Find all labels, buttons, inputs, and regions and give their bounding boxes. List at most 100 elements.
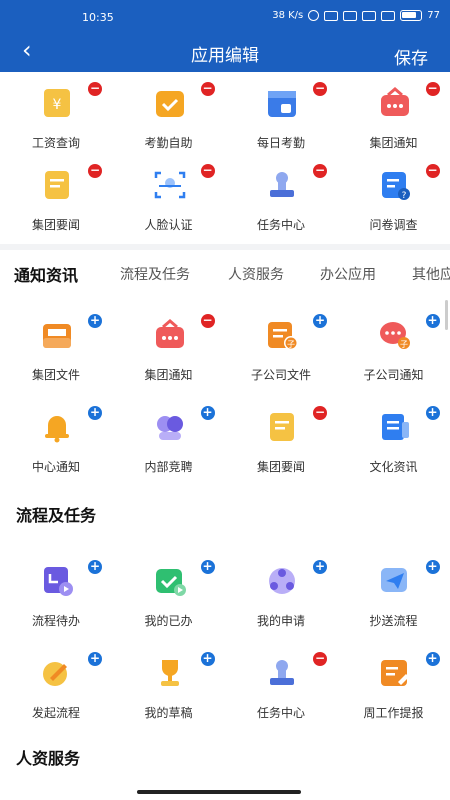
app-item[interactable]: + 文化资讯 (338, 406, 450, 496)
face-icon (153, 168, 187, 202)
app-item-label: 集团通知 (369, 136, 418, 150)
add-badge-icon[interactable]: + (425, 314, 440, 328)
done-icon (153, 564, 187, 598)
app-item[interactable]: 子 + 子公司通知 (338, 314, 450, 404)
scrollbar[interactable] (445, 300, 448, 330)
app-item[interactable]: ¥ − 工资查询 (0, 82, 112, 172)
app-item[interactable]: + 中心通知 (0, 406, 112, 496)
remove-badge-icon[interactable]: − (313, 406, 327, 420)
remove-badge-icon[interactable]: − (313, 82, 327, 96)
app-item-label: 人脸认证 (144, 218, 193, 232)
net-speed: 38 K/s (272, 10, 304, 21)
news-icon (265, 410, 299, 444)
app-item[interactable]: − 任务中心 (225, 164, 337, 254)
remove-badge-icon[interactable]: − (425, 82, 440, 96)
app-item-label: 我的草稿 (144, 706, 193, 720)
remove-badge-icon[interactable]: − (425, 164, 440, 178)
section-divider (0, 244, 450, 250)
add-badge-icon[interactable]: + (88, 406, 102, 420)
save-button[interactable]: 保存 (394, 44, 428, 69)
add-badge-icon[interactable]: + (200, 406, 215, 420)
home-indicator[interactable] (137, 790, 301, 794)
app-item[interactable]: − 集团通知 (113, 314, 225, 404)
folder-icon (40, 318, 74, 352)
app-item[interactable]: + 流程待办 (0, 560, 112, 650)
calendar-icon (265, 86, 299, 120)
tab-other[interactable]: 其他应 (412, 264, 450, 284)
app-item[interactable]: − 人脸认证 (113, 164, 225, 254)
signal-icon (343, 10, 358, 21)
remove-badge-icon[interactable]: − (200, 314, 215, 328)
add-badge-icon[interactable]: + (425, 406, 440, 420)
remove-badge-icon[interactable]: − (88, 164, 102, 178)
stamp-icon (265, 168, 299, 202)
add-badge-icon[interactable]: + (88, 560, 102, 574)
alarm-icon (308, 10, 320, 21)
battery-level: 77 (427, 10, 440, 21)
remove-badge-icon[interactable]: − (200, 164, 215, 178)
status-bar: 10:35 38 K/s 77 (0, 0, 450, 32)
add-badge-icon[interactable]: + (200, 652, 215, 666)
app-item[interactable]: + 内部竞聘 (113, 406, 225, 496)
app-item-label: 流程待办 (31, 614, 80, 628)
tab-notice[interactable]: 通知资讯 (14, 262, 78, 286)
app-item-label: 集团要闻 (256, 460, 305, 474)
app-item[interactable]: + 集团文件 (0, 314, 112, 404)
news-icon (40, 168, 74, 202)
remove-badge-icon[interactable]: − (88, 82, 102, 96)
app-item[interactable]: − 集团要闻 (225, 406, 337, 496)
app-item[interactable]: − 考勤自助 (113, 82, 225, 172)
app-item-label: 发起流程 (31, 706, 80, 720)
app-item[interactable]: + 周工作提报 (338, 652, 450, 742)
add-badge-icon[interactable]: + (200, 560, 215, 574)
app-item-label: 抄送流程 (369, 614, 418, 628)
checkin-icon (153, 86, 187, 120)
bell-icon (40, 410, 74, 444)
trophy-icon (153, 656, 187, 690)
app-item-label: 集团要闻 (31, 218, 80, 232)
sub-file-icon: 子 (265, 318, 299, 352)
app-item[interactable]: − 任务中心 (225, 652, 337, 742)
people-icon (153, 410, 187, 444)
add-badge-icon[interactable]: + (425, 560, 440, 574)
page-title: 应用编辑 (191, 46, 259, 66)
status-time: 10:35 (82, 11, 114, 24)
remove-badge-icon[interactable]: − (313, 164, 327, 178)
app-item[interactable]: + 我的已办 (113, 560, 225, 650)
app-item[interactable]: − 集团要闻 (0, 164, 112, 254)
app-item[interactable]: − 集团通知 (338, 82, 450, 172)
hd-icon-2 (362, 10, 377, 21)
app-item[interactable]: − 每日考勤 (225, 82, 337, 172)
app-item[interactable]: + 我的草稿 (113, 652, 225, 742)
app-item-label: 任务中心 (256, 706, 305, 720)
svg-text:子: 子 (400, 340, 408, 349)
app-item[interactable]: + 我的申请 (225, 560, 337, 650)
add-badge-icon[interactable]: + (313, 314, 327, 328)
tab-process[interactable]: 流程及任务 (120, 264, 190, 284)
app-item-label: 集团通知 (144, 368, 193, 382)
tab-office[interactable]: 办公应用 (320, 264, 376, 284)
app-item[interactable]: 子 + 子公司文件 (225, 314, 337, 404)
app-item-label: 子公司文件 (250, 368, 311, 382)
remove-badge-icon[interactable]: − (200, 82, 215, 96)
tab-hr[interactable]: 人资服务 (228, 264, 284, 284)
nav-bar: ‹ 应用编辑 保存 (0, 32, 450, 72)
add-badge-icon[interactable]: + (313, 560, 327, 574)
add-badge-icon[interactable]: + (88, 314, 102, 328)
category-tabs: 通知资讯 流程及任务 人资服务 办公应用 其他应 (0, 258, 450, 294)
app-item[interactable]: + 发起流程 (0, 652, 112, 742)
report-icon (378, 656, 412, 690)
apply-icon (265, 564, 299, 598)
add-badge-icon[interactable]: + (88, 652, 102, 666)
send-icon (378, 564, 412, 598)
remove-badge-icon[interactable]: − (313, 652, 327, 666)
app-item[interactable]: ? − 问卷调查 (338, 164, 450, 254)
app-item-label: 我的已办 (144, 614, 193, 628)
notice-icon (153, 318, 187, 352)
add-badge-icon[interactable]: + (425, 652, 440, 666)
hd-icon (324, 10, 339, 21)
app-item[interactable]: + 抄送流程 (338, 560, 450, 650)
stamp-icon (265, 656, 299, 690)
signal-icon-2 (381, 10, 396, 21)
app-item-label: 集团文件 (31, 368, 80, 382)
